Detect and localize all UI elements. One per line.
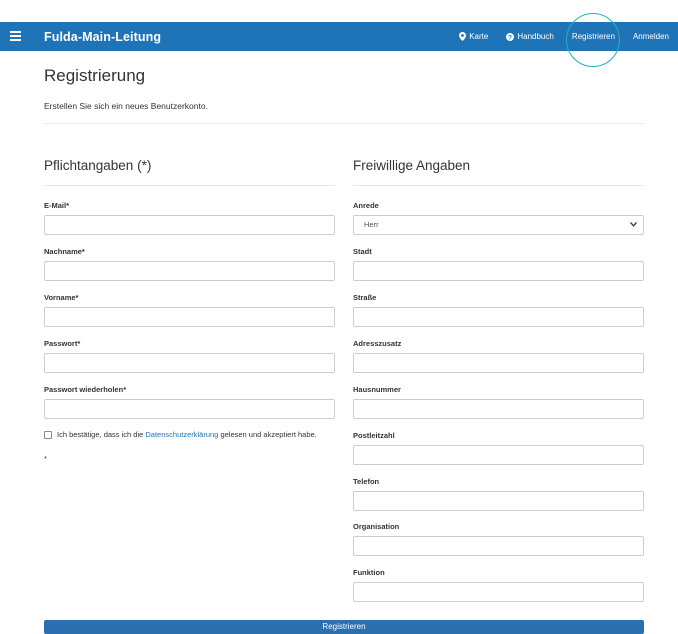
strasse-field[interactable]	[353, 307, 644, 327]
required-section-heading: Pflichtangaben (*)	[44, 158, 152, 173]
nav-link-handbuch[interactable]: ? Handbuch	[497, 22, 562, 51]
organisation-label: Organisation	[353, 522, 400, 531]
nav-link-label: Anmelden	[632, 32, 669, 41]
password-repeat-field[interactable]	[44, 399, 335, 419]
anrede-select[interactable]: Herr	[353, 215, 644, 235]
password-repeat-label: Passwort wiederholen*	[44, 385, 127, 394]
postleitzahl-field[interactable]	[353, 445, 644, 465]
password-field[interactable]	[44, 353, 335, 373]
password-label: Passwort*	[44, 339, 81, 348]
menu-icon[interactable]	[10, 31, 21, 41]
svg-text:?: ?	[508, 34, 512, 41]
question-circle-icon: ?	[506, 32, 515, 41]
page-subtitle: Erstellen Sie sich ein neues Benutzerkon…	[44, 101, 208, 111]
adresszusatz-label: Adresszusatz	[353, 339, 402, 348]
optional-section-heading: Freiwillige Angaben	[353, 158, 471, 173]
organisation-field[interactable]	[353, 536, 644, 556]
strasse-label: Straße	[353, 293, 377, 302]
map-marker-icon	[459, 32, 467, 41]
telefon-field[interactable]	[353, 491, 644, 511]
vorname-field[interactable]	[44, 307, 335, 327]
nachname-field[interactable]	[44, 261, 335, 281]
consent-checkbox[interactable]	[44, 431, 52, 439]
chevron-down-icon	[630, 222, 637, 227]
vorname-label: Vorname*	[44, 293, 79, 302]
nav-link-label: Karte	[469, 32, 489, 41]
stadt-label: Stadt	[353, 247, 372, 256]
brand-title[interactable]: Fulda-Main-Leitung	[44, 30, 161, 44]
nav-links: Karte ? Handbuch Registrieren Anmelden	[450, 22, 678, 51]
adresszusatz-field[interactable]	[353, 353, 644, 373]
hausnummer-field[interactable]	[353, 399, 644, 419]
consent-suffix: gelesen und akzeptiert habe.	[218, 430, 317, 439]
telefon-label: Telefon	[353, 477, 380, 486]
required-note: *	[44, 454, 47, 463]
nav-link-registrieren[interactable]: Registrieren	[563, 22, 624, 51]
register-submit-button[interactable]: Registrieren	[44, 620, 644, 634]
divider	[353, 185, 644, 186]
nav-link-label: Registrieren	[571, 32, 615, 41]
consent-prefix: Ich bestätige, dass ich die	[57, 430, 146, 439]
hausnummer-label: Hausnummer	[353, 385, 401, 394]
divider	[44, 185, 335, 186]
nav-link-karte[interactable]: Karte	[450, 22, 497, 51]
funktion-label: Funktion	[353, 568, 385, 577]
anrede-label: Anrede	[353, 201, 379, 210]
funktion-field[interactable]	[353, 582, 644, 602]
email-field[interactable]	[44, 215, 335, 235]
top-navbar: Fulda-Main-Leitung Karte ? Handbuch Regi…	[0, 22, 678, 51]
nav-link-anmelden[interactable]: Anmelden	[624, 22, 678, 51]
stadt-field[interactable]	[353, 261, 644, 281]
consent-text: Ich bestätige, dass ich die Datenschutze…	[57, 429, 337, 440]
postleitzahl-label: Postleitzahl	[353, 431, 395, 440]
divider	[44, 123, 644, 124]
nachname-label: Nachname*	[44, 247, 85, 256]
email-label: E-Mail*	[44, 201, 70, 210]
anrede-selected-value: Herr	[364, 220, 379, 229]
nav-link-label: Handbuch	[517, 32, 554, 41]
privacy-policy-link[interactable]: Datenschutzerklärung	[145, 430, 218, 439]
page-title: Registrierung	[44, 66, 146, 85]
